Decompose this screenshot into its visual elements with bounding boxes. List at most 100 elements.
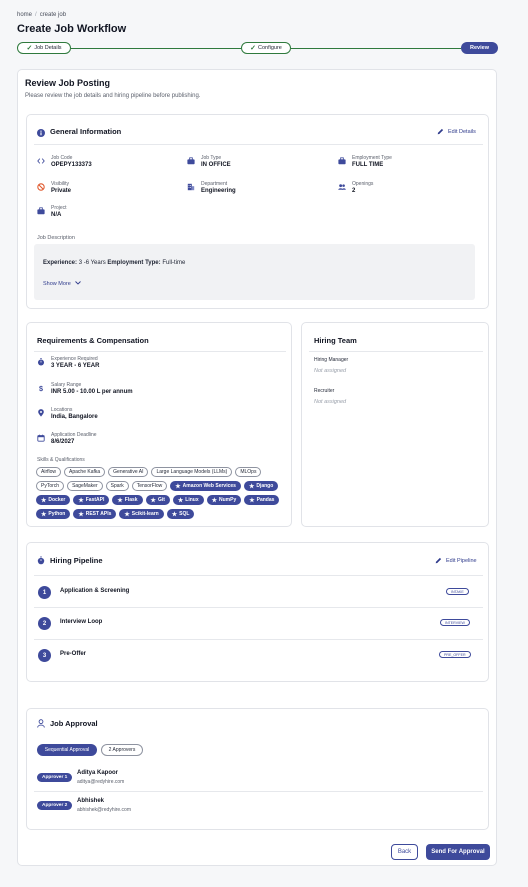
page-title: Create Job Workflow	[17, 23, 127, 35]
job-description-box: Experience: 3 -6 Years Employment Type: …	[34, 244, 475, 300]
timer-icon	[37, 556, 45, 565]
field-label: Application Deadline	[51, 432, 97, 438]
skills-label: Skills & Qualifications	[37, 457, 85, 463]
review-subtitle: Please review the job details and hiring…	[25, 93, 201, 99]
starred-skill-chip: ★ Flask	[112, 495, 143, 505]
location-pin-icon	[38, 409, 44, 417]
stage-name: Interview Loop	[60, 619, 103, 625]
divider	[34, 575, 483, 576]
stepper-connector	[71, 47, 241, 49]
divider	[34, 639, 483, 640]
field-label: Salary Range	[51, 382, 82, 388]
starred-skill-chip: ★ REST APIs	[73, 509, 117, 519]
step-configure[interactable]: ✓ Configure	[241, 42, 291, 54]
starred-skill-chip: ★ Pandas	[244, 495, 280, 505]
svg-text:$: $	[39, 384, 43, 392]
skill-chip: Generative AI	[108, 467, 149, 477]
field-experience: Experience Required 3 YEAR - 6 YEAR	[37, 356, 99, 369]
edit-details-button[interactable]: Edit Details	[437, 128, 476, 135]
starred-skill-chip: ★ Docker	[36, 495, 71, 505]
field-value: N/A	[51, 212, 62, 218]
approver-count-pill[interactable]: 2 Approvers	[101, 744, 143, 756]
sequential-approval-pill[interactable]: Sequential Approval	[37, 744, 97, 756]
skill-label: Amazon Web Services	[182, 483, 236, 489]
step-label: Configure	[258, 45, 282, 51]
field-value: FULL TIME	[352, 162, 384, 168]
step-job-details[interactable]: ✓ Job Details	[17, 42, 71, 54]
divider	[34, 607, 483, 608]
back-button[interactable]: Back	[391, 844, 418, 860]
info-icon	[37, 129, 45, 137]
building-icon	[187, 183, 195, 191]
pencil-icon	[435, 557, 442, 564]
approver-tag: Approver 1	[37, 773, 73, 782]
approver-name: Abhishek	[77, 798, 105, 804]
field-value: OPEPY133373	[51, 162, 92, 168]
star-icon: ★	[211, 497, 218, 504]
field-openings: Openings 2	[338, 181, 373, 194]
skill-chip: TensorFlow	[131, 481, 168, 491]
skill-label: Pandas	[256, 497, 275, 503]
employment-type-value: Full-time	[162, 260, 186, 266]
hiring-manager-label: Hiring Manager	[314, 357, 349, 363]
general-info-card: General Information Edit Details Job Cod…	[26, 114, 489, 309]
skill-chip: Apache Kafka	[64, 467, 106, 477]
divider	[34, 791, 483, 792]
timer-icon	[37, 358, 45, 366]
pencil-icon	[437, 128, 444, 135]
chevron-down-icon	[75, 281, 82, 285]
breadcrumb-current: create job	[39, 12, 67, 18]
stage-badge: INTAKE	[446, 588, 469, 595]
star-icon: ★	[150, 497, 156, 504]
star-icon: ★	[177, 497, 184, 504]
job-approval-title: Job Approval	[50, 719, 98, 728]
field-label: Job Type	[201, 155, 222, 161]
skill-label: FastAPI	[85, 497, 105, 503]
job-approval-card: Job Approval Sequential Approval 2 Appro…	[26, 708, 489, 830]
send-for-approval-button[interactable]: Send For Approval	[426, 844, 490, 860]
hiring-pipeline-card: Hiring Pipeline Edit Pipeline 1 Applicat…	[26, 542, 489, 682]
skill-label: Git	[157, 497, 165, 503]
skill-label: Flask	[124, 497, 138, 503]
skill-chip: Large Language Models (LLMs)	[151, 467, 233, 477]
field-value: Private	[51, 188, 72, 194]
star-icon: ★	[248, 483, 255, 490]
starred-skill-chip: ★ SQL	[166, 509, 195, 519]
star-icon: ★	[175, 483, 181, 490]
review-panel: Review Job Posting Please review the job…	[17, 69, 497, 866]
hiring-team-card: Hiring Team Hiring Manager Not assigned …	[301, 322, 489, 527]
divider	[309, 351, 483, 352]
starred-skill-chip: ★ Amazon Web Services	[170, 481, 241, 491]
breadcrumb: home / create job	[17, 12, 67, 18]
stage-badge: PRE_OFFER	[439, 651, 471, 658]
starred-skill-chip: ★ Git	[145, 495, 170, 505]
show-more-label: Show More	[43, 281, 71, 287]
star-icon: ★	[78, 497, 84, 504]
briefcase-icon	[338, 157, 346, 165]
skill-label: Linux	[185, 497, 199, 503]
approver-email: aditya@redyhire.com	[77, 779, 125, 785]
star-icon: ★	[117, 497, 123, 504]
star-icon: ★	[249, 497, 255, 504]
edit-pipeline-button[interactable]: Edit Pipeline	[435, 557, 477, 564]
starred-skill-chip: ★ Django	[243, 481, 279, 491]
step-label: Job Details	[34, 45, 62, 51]
hiring-team-title: Hiring Team	[314, 336, 357, 345]
step-review[interactable]: Review	[461, 42, 498, 54]
job-description-label: Job Description	[37, 235, 75, 241]
user-icon	[37, 719, 45, 728]
skill-chip: PyTorch	[36, 481, 65, 491]
breadcrumb-home[interactable]: home	[17, 12, 32, 18]
star-icon: ★	[41, 511, 47, 518]
field-department: Department Engineering	[187, 181, 236, 194]
show-more-button[interactable]: Show More	[43, 281, 82, 287]
field-deadline: Application Deadline 8/6/2027	[37, 432, 97, 445]
skill-chip: Airflow	[36, 467, 62, 477]
recruiter-label: Recruiter	[314, 388, 335, 394]
field-job-type: Job Type IN OFFICE	[187, 155, 231, 168]
stage-number: 3	[38, 649, 51, 662]
field-project: Project N/A	[37, 205, 67, 218]
divider	[34, 351, 286, 352]
field-value: IN OFFICE	[201, 162, 231, 168]
progress-stepper: ✓ Job Details ✓ Configure Review	[17, 42, 498, 54]
